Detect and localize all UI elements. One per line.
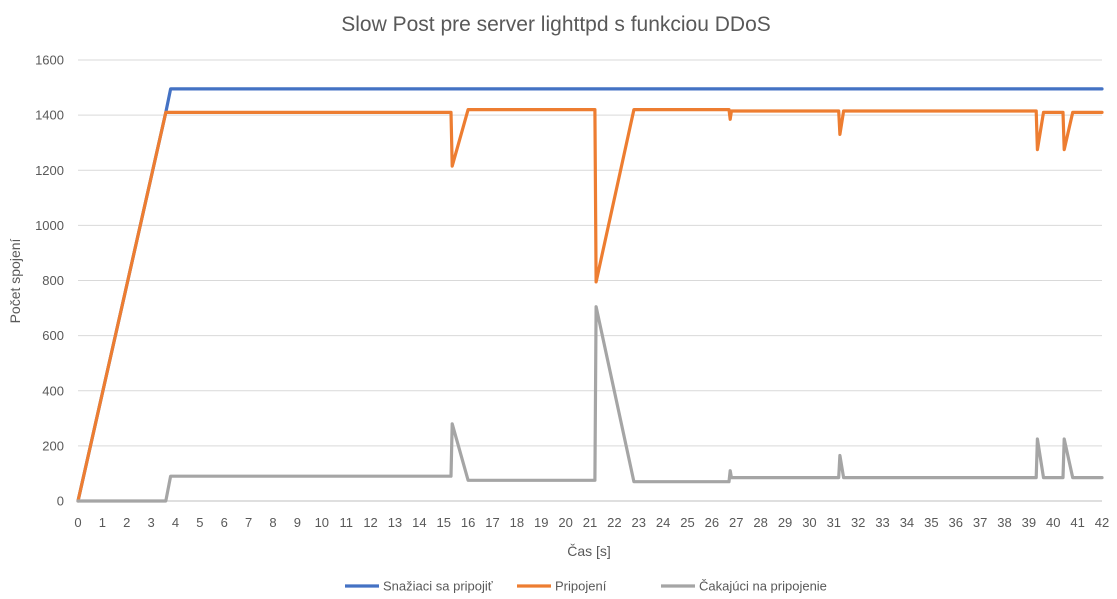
x-tick-label: 26 (705, 515, 719, 530)
x-tick-label: 8 (269, 515, 276, 530)
series-lines (76, 87, 1104, 503)
chart-title: Slow Post pre server lighttpd s funkciou… (341, 13, 771, 36)
y-axis-label: Počet spojení (7, 238, 23, 323)
x-tick-label: 40 (1046, 515, 1060, 530)
x-tick-label: 2 (123, 515, 130, 530)
x-tick-label: 32 (851, 515, 865, 530)
y-tick-label: 1000 (35, 218, 64, 233)
x-tick-label: 36 (948, 515, 962, 530)
x-tick-label: 30 (802, 515, 816, 530)
x-tick-label: 33 (875, 515, 889, 530)
y-tick-label: 600 (42, 328, 64, 343)
x-tick-label: 6 (221, 515, 228, 530)
x-tick-label: 5 (196, 515, 203, 530)
x-tick-label: 11 (339, 515, 353, 530)
x-tick-label: 35 (924, 515, 938, 530)
x-tick-label: 4 (172, 515, 179, 530)
x-tick-label: 27 (729, 515, 743, 530)
legend: Snažiaci sa pripojiť Pripojení Čakajúci na… (345, 579, 827, 594)
x-tick-label: 34 (900, 515, 914, 530)
x-tick-label: 15 (436, 515, 450, 530)
x-tick-label: 14 (412, 515, 426, 530)
line-chart: Slow Post pre server lighttpd s funkciou… (7, 13, 1109, 594)
x-tick-label: 9 (294, 515, 301, 530)
x-tick-label: 24 (656, 515, 670, 530)
legend-label-3: Čakajúci na pripojenie (699, 579, 827, 594)
x-tick-label: 7 (245, 515, 252, 530)
x-tick-label: 10 (315, 515, 329, 530)
x-tick-label: 3 (148, 515, 155, 530)
series-line-1 (76, 87, 1104, 503)
x-tick-label: 41 (1070, 515, 1084, 530)
x-tick-label: 25 (680, 515, 694, 530)
x-tick-label: 17 (485, 515, 499, 530)
x-tick-label: 28 (753, 515, 767, 530)
gridlines (78, 59, 1102, 447)
legend-label-2: Pripojení (555, 579, 607, 594)
x-tick-label: 38 (997, 515, 1011, 530)
y-tick-label: 200 (42, 438, 64, 453)
y-tick-label: 1400 (35, 108, 64, 123)
x-tick-label: 42 (1095, 515, 1109, 530)
x-tick-label: 39 (1022, 515, 1036, 530)
y-tick-label: 0 (57, 494, 64, 509)
x-tick-label: 22 (607, 515, 621, 530)
x-tick-label: 23 (632, 515, 646, 530)
x-tick-label: 0 (74, 515, 81, 530)
x-axis-ticks: 0 1 2 3 4 5 6 7 8 9 10 11 12 13 14 15 16 17 18 19 20 21 22 23 24… (74, 515, 1109, 530)
x-tick-label: 21 (583, 515, 597, 530)
y-tick-label: 800 (42, 273, 64, 288)
x-tick-label: 13 (388, 515, 402, 530)
x-tick-label: 37 (973, 515, 987, 530)
x-tick-label: 20 (558, 515, 572, 530)
y-axis-ticks: 0 200 400 600 800 1000 1200 1400 1600 (35, 53, 64, 509)
x-tick-label: 12 (363, 515, 377, 530)
x-tick-label: 29 (778, 515, 792, 530)
x-tick-label: 19 (534, 515, 548, 530)
x-axis-label: Čas [s] (567, 543, 611, 559)
legend-label-1: Snažiaci sa pripojiť (383, 579, 493, 594)
y-tick-label: 1200 (35, 163, 64, 178)
x-tick-label: 16 (461, 515, 475, 530)
x-tick-label: 31 (827, 515, 841, 530)
y-tick-label: 1600 (35, 53, 64, 68)
x-tick-label: 1 (99, 515, 106, 530)
x-tick-label: 18 (510, 515, 524, 530)
series-line-2 (76, 107, 1104, 503)
y-tick-label: 400 (42, 383, 64, 398)
